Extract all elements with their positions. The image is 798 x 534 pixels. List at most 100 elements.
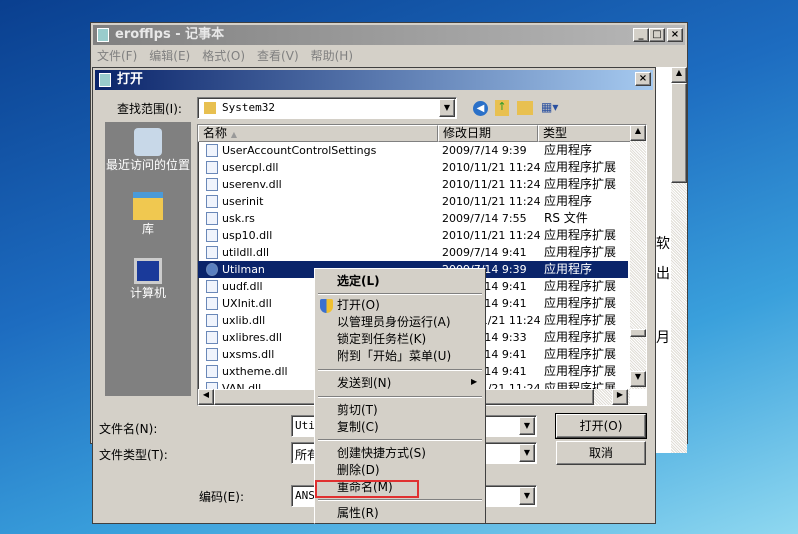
dll-icon (206, 161, 218, 174)
file-date: 2010/11/21 11:24 (442, 229, 541, 242)
new-folder-icon[interactable] (517, 101, 533, 115)
menu-item-pin-start[interactable]: 附到「开始」菜单(U) (337, 348, 451, 365)
file-icon (206, 212, 218, 225)
menu-format[interactable]: 格式(O) (202, 47, 245, 65)
file-date: 2010/11/21 11:24 (442, 161, 541, 174)
place-label: 计算机 (129, 286, 166, 300)
file-row[interactable]: utildll.dll 2009/7/14 9:41 应用程序扩展 (198, 244, 628, 261)
menu-item-cut[interactable]: 剪切(T) (337, 402, 378, 419)
places-bar: 最近访问的位置 库 计算机 (105, 122, 191, 396)
uac-shield-icon (206, 144, 218, 157)
dialog-close-button[interactable]: × (635, 72, 651, 86)
dll-icon (206, 331, 218, 344)
file-row[interactable]: UserAccountControlSettings 2009/7/14 9:3… (198, 142, 628, 159)
chevron-down-icon[interactable]: ▼ (439, 99, 455, 117)
utilman-icon (206, 263, 218, 276)
filename-label: 文件名(N): (99, 422, 158, 436)
scroll-thumb[interactable] (630, 329, 646, 337)
file-name: Utilman (222, 263, 265, 276)
menu-separator (318, 396, 482, 398)
menu-item-copy[interactable]: 复制(C) (337, 419, 379, 436)
scroll-left-icon[interactable]: ◀ (198, 389, 214, 405)
file-type: 应用程序扩展 (544, 228, 617, 242)
menu-file[interactable]: 文件(F) (97, 47, 137, 65)
file-row[interactable]: userinit 2010/11/21 11:24 应用程序 (198, 193, 628, 210)
menu-view[interactable]: 查看(V) (257, 47, 299, 65)
file-type: 应用程序扩展 (544, 364, 617, 378)
library-icon (133, 192, 163, 220)
menu-item-send-to[interactable]: 发送到(N) (337, 375, 391, 392)
menu-item-delete[interactable]: 删除(D) (337, 462, 380, 479)
file-type: 应用程序 (544, 262, 593, 276)
back-icon[interactable]: ◀ (473, 101, 488, 116)
chevron-down-icon[interactable]: ▼ (519, 487, 535, 505)
file-type: 应用程序 (544, 194, 593, 208)
column-label: 名称 (203, 126, 228, 140)
scroll-right-icon[interactable]: ▶ (612, 389, 628, 405)
context-menu: 选定(L) 打开(O) 以管理员身份运行(A) 锁定到任务栏(K) 附到「开始」菜单(U… (314, 268, 486, 524)
file-type: 应用程序扩展 (544, 296, 617, 310)
menu-edit[interactable]: 编辑(E) (149, 47, 190, 65)
chevron-down-icon[interactable]: ▼ (519, 444, 535, 462)
menu-item-open[interactable]: 打开(O) (337, 297, 380, 314)
maximize-button[interactable]: □ (649, 28, 665, 42)
place-label: 库 (141, 222, 154, 236)
view-menu-icon[interactable]: ▦▾ (541, 100, 563, 116)
file-row[interactable]: usk.rs 2009/7/14 7:55 RS 文件 (198, 210, 628, 227)
file-date: 2009/7/14 9:41 (442, 246, 527, 259)
column-header-type[interactable]: 类型 (538, 125, 632, 142)
notepad-icon (99, 73, 111, 87)
minimize-button[interactable]: _ (633, 28, 649, 42)
file-row[interactable]: userenv.dll 2010/11/21 11:24 应用程序扩展 (198, 176, 628, 193)
scroll-up-icon[interactable]: ▲ (630, 125, 646, 141)
dll-icon (206, 348, 218, 361)
notepad-text-area[interactable]: 软 出 月 (656, 67, 672, 453)
chevron-down-icon[interactable]: ▼ (519, 417, 535, 435)
close-button[interactable]: × (667, 28, 683, 42)
column-header-name[interactable]: 名称 ▲ (198, 125, 438, 142)
cancel-button[interactable]: 取消 (556, 441, 646, 465)
dll-icon (206, 280, 218, 293)
up-folder-icon[interactable]: ↑ (495, 100, 509, 116)
rename-highlight-box (315, 480, 419, 498)
open-button[interactable]: 打开(O) (555, 413, 647, 439)
file-date: 2009/7/14 9:39 (442, 144, 527, 157)
dll-icon (206, 246, 218, 259)
file-name: UserAccountControlSettings (222, 144, 377, 157)
list-vscrollbar[interactable]: ▲ ▼ (630, 125, 646, 389)
file-name: userinit (222, 195, 264, 208)
dll-icon (206, 229, 218, 242)
file-name: UXInit.dll (222, 297, 272, 310)
menu-help[interactable]: 帮助(H) (311, 47, 353, 65)
notepad-vscrollbar[interactable]: ▲ (671, 67, 687, 453)
look-in-value: System32 (222, 101, 275, 114)
bg-text: 月 (656, 330, 670, 346)
look-in-combo[interactable]: System32 ▼ (197, 97, 457, 119)
encoding-label: 编码(E): (199, 490, 244, 504)
bg-text: 软 (656, 236, 670, 252)
exe-icon (206, 195, 218, 208)
menu-item-properties[interactable]: 属性(R) (337, 505, 379, 522)
place-libraries[interactable]: 库 (105, 192, 191, 236)
scroll-down-icon[interactable]: ▼ (630, 371, 646, 387)
dll-icon (206, 297, 218, 310)
place-computer[interactable]: 计算机 (105, 258, 191, 300)
file-name: usercpl.dll (222, 161, 279, 174)
menu-item-run-as-admin[interactable]: 以管理员身份运行(A) (337, 314, 451, 331)
place-recent[interactable]: 最近访问的位置 (105, 128, 191, 172)
file-type: 应用程序扩展 (544, 347, 617, 361)
filetype-label: 文件类型(T): (99, 448, 168, 462)
sort-asc-icon: ▲ (230, 130, 237, 139)
menu-item-pin-taskbar[interactable]: 锁定到任务栏(K) (337, 331, 426, 348)
file-row[interactable]: usp10.dll 2010/11/21 11:24 应用程序扩展 (198, 227, 628, 244)
notepad-title-bar: erofflps - 记事本 (93, 25, 685, 45)
menu-item-select[interactable]: 选定(L) (337, 273, 380, 290)
bg-text: 出 (656, 266, 670, 282)
file-name: uxsms.dll (222, 348, 275, 361)
column-header-date[interactable]: 修改日期 (438, 125, 538, 142)
menu-item-create-shortcut[interactable]: 创建快捷方式(S) (337, 445, 426, 462)
file-row[interactable]: usercpl.dll 2010/11/21 11:24 应用程序扩展 (198, 159, 628, 176)
file-date: 2010/11/21 11:24 (442, 178, 541, 191)
uac-shield-icon (320, 299, 333, 313)
dialog-title: 打开 (117, 72, 144, 87)
